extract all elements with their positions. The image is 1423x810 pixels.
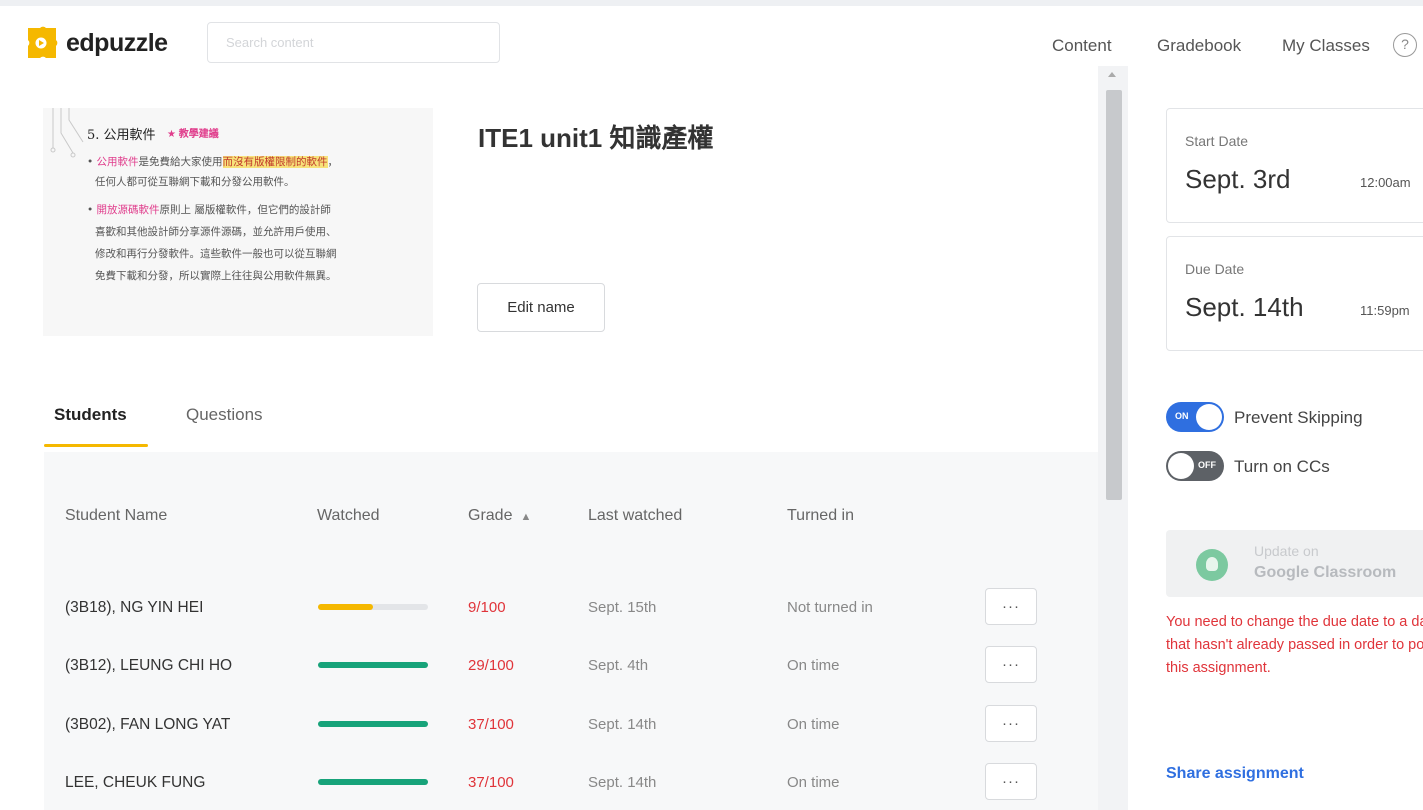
column-header-student-name[interactable]: Student Name — [65, 507, 167, 525]
due-date-label: Due Date — [1185, 261, 1245, 277]
google-classroom-icon — [1196, 549, 1228, 581]
turned-in-status: Not turned in — [787, 599, 873, 616]
turned-in-status: On time — [787, 774, 840, 791]
prevent-skipping-toggle[interactable]: ON — [1166, 402, 1224, 432]
toggle-state-label: OFF — [1198, 460, 1216, 470]
google-classroom-label: Google Classroom — [1254, 564, 1397, 581]
update-on-label: Update on — [1254, 543, 1319, 559]
slide-line: 免費下載和分發，所以實際上往往與公用軟件無異。 — [95, 270, 337, 282]
student-grade: 37/100 — [468, 716, 514, 733]
start-date-card[interactable]: Start Date Sept. 3rd 12:00am — [1166, 108, 1423, 223]
prevent-skipping-label: Prevent Skipping — [1234, 408, 1363, 427]
turned-in-status: On time — [787, 657, 840, 674]
watched-progress-fill — [318, 662, 428, 668]
tab-questions[interactable]: Questions — [186, 405, 263, 425]
toggle-knob — [1168, 453, 1194, 479]
row-more-options-button[interactable]: ··· — [985, 646, 1037, 683]
tab-students[interactable]: Students — [54, 405, 127, 425]
captions-toggle[interactable]: OFF — [1166, 451, 1224, 481]
slide-line: • 公用軟件是免費給大家使用而沒有版權限制的軟件， — [87, 156, 339, 168]
column-header-grade[interactable]: Grade ▲ — [468, 507, 531, 525]
captions-label: Turn on CCs — [1234, 457, 1330, 476]
search-input[interactable] — [208, 23, 499, 62]
puzzle-logo-icon — [28, 26, 58, 58]
student-name: LEE, CHEUK FUNG — [65, 774, 206, 791]
scrollbar-thumb[interactable] — [1106, 90, 1122, 500]
video-thumbnail[interactable]: 5. 公用軟件 ★ 教學建議 • 公用軟件是免費給大家使用而沒有版權限制的軟件，… — [43, 108, 433, 336]
assignment-title: ITE1 unit1 知識產權 — [478, 123, 714, 153]
last-watched-date: Sept. 15th — [588, 599, 657, 616]
watched-progress-bar — [318, 779, 428, 785]
slide-line: • 開放源碼軟件原則上 屬版權軟件，但它們的設計師 — [87, 204, 331, 216]
assignment-panel: 5. 公用軟件 ★ 教學建議 • 公用軟件是免費給大家使用而沒有版權限制的軟件，… — [0, 82, 1098, 810]
due-time-value: 11:59pm — [1360, 303, 1410, 318]
nav-my-classes[interactable]: My Classes — [1282, 36, 1370, 56]
due-date-value: Sept. 14th — [1185, 292, 1304, 322]
share-assignment-link[interactable]: Share assignment — [1166, 765, 1304, 783]
scroll-up-arrow-icon[interactable] — [1108, 72, 1116, 77]
row-more-options-button[interactable]: ··· — [985, 705, 1037, 742]
edpuzzle-logo[interactable]: edpuzzle — [24, 26, 168, 60]
last-watched-date: Sept. 14th — [588, 774, 657, 791]
column-header-watched[interactable]: Watched — [317, 507, 380, 525]
toggle-state-label: ON — [1175, 411, 1189, 421]
assignment-settings-panel: Start Date Sept. 3rd 12:00am Due Date Se… — [1128, 82, 1423, 810]
start-date-label: Start Date — [1185, 133, 1249, 149]
watched-progress-bar — [318, 721, 428, 727]
start-time-value: 12:00am — [1360, 175, 1411, 190]
slide-tag: ★ 教學建議 — [167, 129, 219, 140]
student-grade: 29/100 — [468, 657, 514, 674]
watched-progress-bar — [318, 662, 428, 668]
due-date-warning: You need to change the due date to a dat… — [1166, 614, 1423, 676]
slide-line: 任何人都可從互聯網下載和分發公用軟件。 — [95, 176, 295, 188]
nav-content[interactable]: Content — [1052, 36, 1112, 56]
student-name: (3B12), LEUNG CHI HO — [65, 657, 233, 674]
help-icon[interactable]: ? — [1393, 33, 1417, 57]
slide-line: 喜歡和其他設計師分享源件源碼，並允許用戶使用、 — [95, 226, 337, 238]
watched-progress-fill — [318, 779, 428, 785]
slide-line: 修改和再行分發軟件。這些軟件一般也可以從互聯網 — [95, 248, 337, 260]
students-table — [44, 452, 1098, 810]
sort-ascending-icon: ▲ — [520, 511, 532, 523]
watched-progress-fill — [318, 721, 428, 727]
student-name: (3B18), NG YIN HEI — [65, 599, 204, 616]
google-classroom-update-button[interactable]: Update on Google Classroom — [1166, 530, 1423, 597]
column-header-turned-in[interactable]: Turned in — [787, 507, 854, 525]
start-date-value: Sept. 3rd — [1185, 164, 1291, 194]
due-date-card[interactable]: Due Date Sept. 14th 11:59pm — [1166, 236, 1423, 351]
last-watched-date: Sept. 14th — [588, 716, 657, 733]
edit-name-button[interactable]: Edit name — [477, 283, 605, 332]
search-box[interactable] — [207, 22, 500, 63]
brand-name: edpuzzle — [66, 28, 168, 57]
slide-heading: 5. 公用軟件 — [87, 128, 156, 143]
main-scrollbar[interactable] — [1098, 66, 1128, 810]
student-grade: 37/100 — [468, 774, 514, 791]
turned-in-status: On time — [787, 716, 840, 733]
row-more-options-button[interactable]: ··· — [985, 763, 1037, 800]
student-grade: 9/100 — [468, 599, 506, 616]
toggle-knob — [1196, 404, 1222, 430]
column-header-last-watched[interactable]: Last watched — [588, 507, 682, 525]
nav-gradebook[interactable]: Gradebook — [1157, 36, 1241, 56]
watched-progress-bar — [318, 604, 428, 610]
row-more-options-button[interactable]: ··· — [985, 588, 1037, 625]
circuit-decoration-icon — [50, 108, 84, 158]
last-watched-date: Sept. 4th — [588, 657, 649, 674]
watched-progress-fill — [318, 604, 373, 610]
top-navigation: edpuzzle Content Gradebook My Classes ? — [0, 0, 1423, 82]
grade-header-label: Grade — [468, 507, 513, 524]
student-name: (3B02), FAN LONG YAT — [65, 716, 231, 733]
active-tab-indicator — [44, 444, 148, 447]
